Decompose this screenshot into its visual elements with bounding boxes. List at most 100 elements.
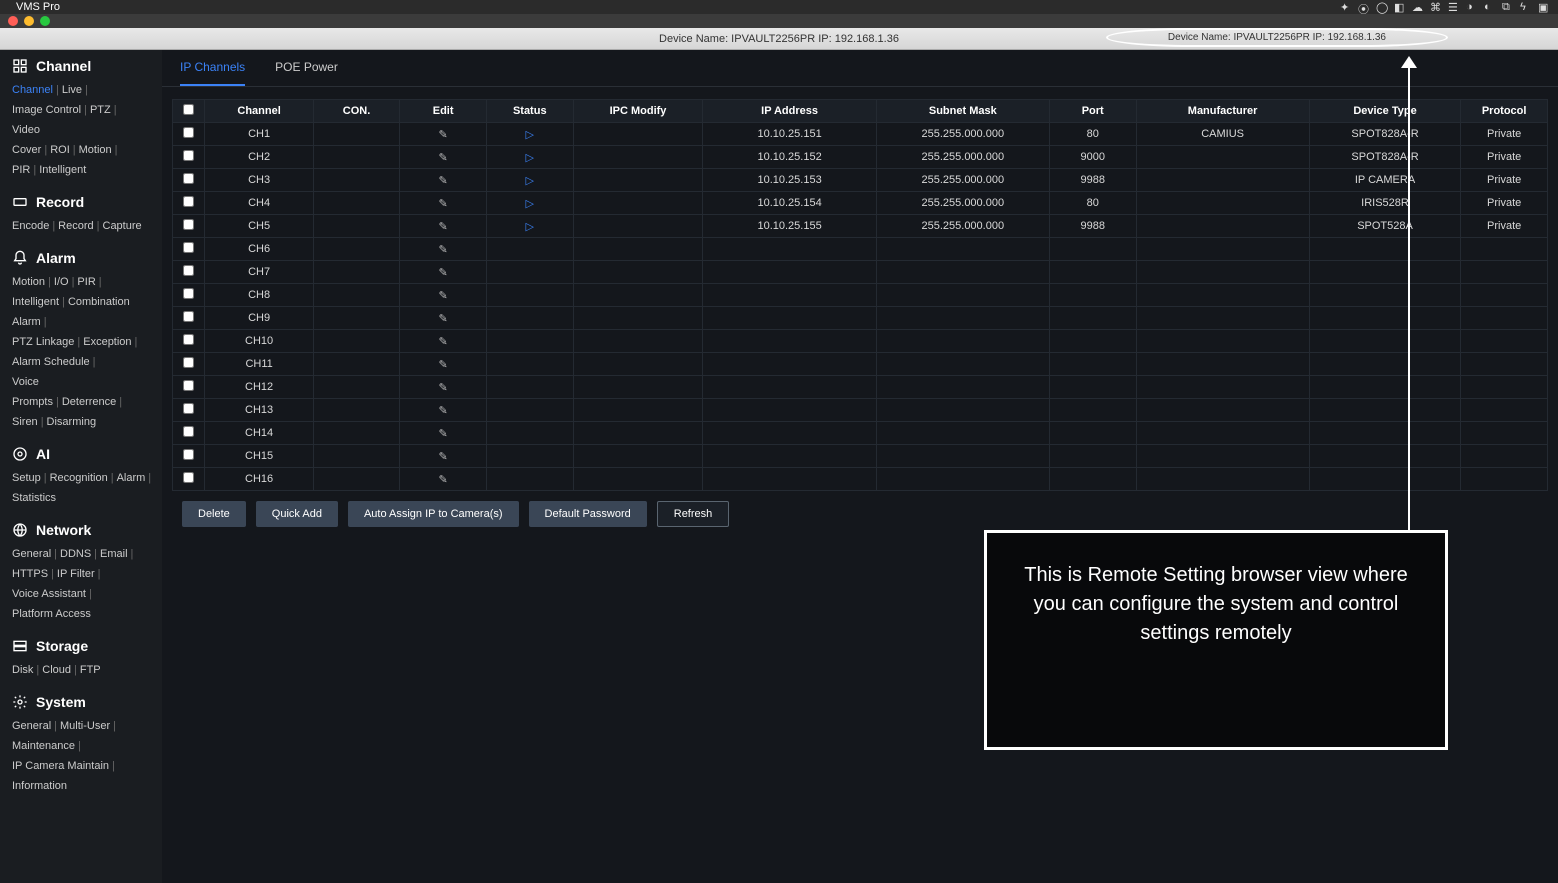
pencil-icon[interactable]: ✎	[439, 267, 448, 279]
table-row[interactable]: CH11✎	[173, 353, 1548, 376]
tray-icon[interactable]: ◯	[1376, 1, 1388, 13]
cell-status[interactable]: ▷	[486, 123, 573, 146]
cell-status[interactable]	[486, 307, 573, 330]
cell-edit[interactable]: ✎	[400, 238, 487, 261]
sidebar-link-multi-user[interactable]: Multi-User	[60, 720, 110, 732]
sidebar-link-motion[interactable]: Motion	[79, 144, 112, 156]
tab-poe-power[interactable]: POE Power	[275, 60, 338, 86]
sidebar-link-general[interactable]: General	[12, 548, 51, 560]
pencil-icon[interactable]: ✎	[439, 428, 448, 440]
sidebar-link-voice-prompts[interactable]: Voice Prompts	[12, 376, 53, 408]
sidebar-link-record[interactable]: Record	[58, 220, 93, 232]
cell-edit[interactable]: ✎	[400, 261, 487, 284]
sidebar-link-disk[interactable]: Disk	[12, 664, 33, 676]
row-checkbox[interactable]	[183, 173, 194, 184]
play-icon[interactable]: ▷	[526, 129, 534, 141]
row-checkbox[interactable]	[183, 242, 194, 253]
sidebar-link-i/o[interactable]: I/O	[54, 276, 69, 288]
pencil-icon[interactable]: ✎	[439, 359, 448, 371]
sidebar-link-roi[interactable]: ROI	[50, 144, 70, 156]
sidebar-link-intelligent[interactable]: Intelligent	[39, 164, 86, 176]
play-icon[interactable]: ▷	[526, 221, 534, 233]
sidebar-link-email[interactable]: Email	[100, 548, 128, 560]
tray-icon[interactable]: ◐	[1484, 1, 1496, 13]
quick-add-button[interactable]: Quick Add	[256, 501, 338, 527]
tray-icon[interactable]: ▣	[1538, 1, 1550, 13]
sidebar-link-intelligent[interactable]: Intelligent	[12, 296, 59, 308]
play-icon[interactable]: ▷	[526, 152, 534, 164]
sidebar-link-maintenance[interactable]: Maintenance	[12, 740, 75, 752]
select-all-checkbox[interactable]	[183, 104, 194, 115]
delete-button[interactable]: Delete	[182, 501, 246, 527]
row-checkbox[interactable]	[183, 357, 194, 368]
row-checkbox[interactable]	[183, 219, 194, 230]
cell-edit[interactable]: ✎	[400, 445, 487, 468]
cell-status[interactable]: ▷	[486, 169, 573, 192]
play-icon[interactable]: ▷	[526, 175, 534, 187]
cell-status[interactable]	[486, 399, 573, 422]
table-row[interactable]: CH13✎	[173, 399, 1548, 422]
table-row[interactable]: CH9✎	[173, 307, 1548, 330]
cell-edit[interactable]: ✎	[400, 146, 487, 169]
sidebar-link-ip-camera-maintain[interactable]: IP Camera Maintain	[12, 760, 109, 772]
sidebar-link-information[interactable]: Information	[12, 780, 67, 792]
cell-status[interactable]	[486, 422, 573, 445]
sidebar-link-ddns[interactable]: DDNS	[60, 548, 91, 560]
row-checkbox[interactable]	[183, 380, 194, 391]
table-row[interactable]: CH14✎	[173, 422, 1548, 445]
table-row[interactable]: CH4✎▷10.10.25.154255.255.000.00080IRIS52…	[173, 192, 1548, 215]
sidebar-link-platform-access[interactable]: Platform Access	[12, 608, 91, 620]
sidebar-link-encode[interactable]: Encode	[12, 220, 49, 232]
tray-icon[interactable]: ⦿	[1358, 1, 1370, 13]
sidebar-link-channel[interactable]: Channel	[12, 84, 53, 96]
pencil-icon[interactable]: ✎	[439, 405, 448, 417]
sidebar-link-capture[interactable]: Capture	[103, 220, 142, 232]
refresh-button[interactable]: Refresh	[657, 501, 730, 527]
sidebar-link-pir[interactable]: PIR	[77, 276, 95, 288]
cell-edit[interactable]: ✎	[400, 468, 487, 491]
pencil-icon[interactable]: ✎	[439, 244, 448, 256]
pencil-icon[interactable]: ✎	[439, 474, 448, 486]
table-row[interactable]: CH1✎▷10.10.25.151255.255.000.00080CAMIUS…	[173, 123, 1548, 146]
sidebar-link-cloud[interactable]: Cloud	[42, 664, 71, 676]
cell-status[interactable]	[486, 330, 573, 353]
cell-status[interactable]	[486, 261, 573, 284]
row-checkbox[interactable]	[183, 265, 194, 276]
cell-edit[interactable]: ✎	[400, 399, 487, 422]
sidebar-link-siren[interactable]: Siren	[12, 416, 38, 428]
tray-icon[interactable]: ⌘	[1430, 1, 1442, 13]
pencil-icon[interactable]: ✎	[439, 221, 448, 233]
pencil-icon[interactable]: ✎	[439, 290, 448, 302]
table-row[interactable]: CH7✎	[173, 261, 1548, 284]
minimize-window-icon[interactable]	[24, 16, 34, 26]
pencil-icon[interactable]: ✎	[439, 198, 448, 210]
pencil-icon[interactable]: ✎	[439, 313, 448, 325]
cell-edit[interactable]: ✎	[400, 192, 487, 215]
cell-status[interactable]: ▷	[486, 215, 573, 238]
cell-edit[interactable]: ✎	[400, 123, 487, 146]
cell-edit[interactable]: ✎	[400, 307, 487, 330]
cell-edit[interactable]: ✎	[400, 422, 487, 445]
tab-ip-channels[interactable]: IP Channels	[180, 60, 245, 86]
sidebar-link-ptz[interactable]: PTZ	[90, 104, 111, 116]
row-checkbox[interactable]	[183, 426, 194, 437]
row-checkbox[interactable]	[183, 472, 194, 483]
cell-edit[interactable]: ✎	[400, 284, 487, 307]
sidebar-link-disarming[interactable]: Disarming	[47, 416, 97, 428]
row-checkbox[interactable]	[183, 150, 194, 161]
sidebar-link-alarm[interactable]: Alarm	[117, 472, 146, 484]
zoom-window-icon[interactable]	[40, 16, 50, 26]
tray-icon[interactable]: ✦	[1340, 1, 1352, 13]
sidebar-link-motion[interactable]: Motion	[12, 276, 45, 288]
app-name[interactable]: VMS Pro	[16, 1, 60, 13]
sidebar-link-alarm-schedule[interactable]: Alarm Schedule	[12, 356, 90, 368]
cell-status[interactable]	[486, 238, 573, 261]
cell-status[interactable]	[486, 353, 573, 376]
sidebar-link-general[interactable]: General	[12, 720, 51, 732]
default-password-button[interactable]: Default Password	[529, 501, 647, 527]
sidebar-link-video-cover[interactable]: Video Cover	[12, 124, 41, 156]
row-checkbox[interactable]	[183, 127, 194, 138]
sidebar-link-deterrence[interactable]: Deterrence	[62, 396, 116, 408]
cell-status[interactable]	[486, 376, 573, 399]
table-row[interactable]: CH6✎	[173, 238, 1548, 261]
